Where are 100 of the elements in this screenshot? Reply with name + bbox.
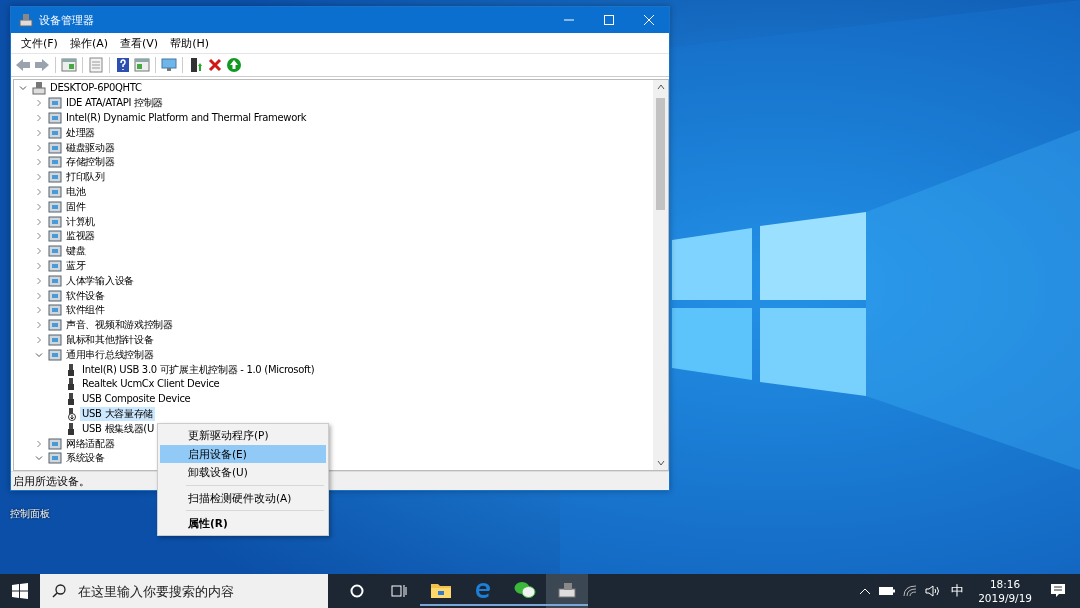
chevron-right-icon[interactable]	[34, 186, 44, 197]
chevron-right-icon[interactable]	[34, 246, 44, 257]
tree-item[interactable]: DESKTOP-6P0QHTC	[48, 81, 144, 96]
menu-item[interactable]: 启用设备(E)	[160, 444, 326, 463]
tree-item[interactable]: 打印队列	[64, 170, 107, 185]
device-icon	[48, 96, 62, 111]
chevron-right-icon[interactable]	[34, 98, 44, 109]
scrollbar[interactable]	[653, 80, 668, 470]
device-icon	[48, 111, 62, 125]
tree-item[interactable]: 通用串行总线控制器	[64, 347, 156, 362]
panel-icon[interactable]	[61, 57, 77, 73]
menu-item[interactable]: 属性(R)	[160, 514, 326, 533]
scroll-down-icon[interactable]	[655, 459, 666, 467]
device-icon	[48, 140, 62, 155]
menu-item[interactable]: 扫描检测硬件改动(A)	[160, 488, 326, 507]
tree-item[interactable]: USB Composite Device	[80, 392, 193, 407]
menu-item[interactable]: 查看(V)	[114, 35, 165, 51]
chevron-right-icon[interactable]	[34, 290, 44, 301]
device-icon	[48, 451, 62, 466]
chevron-right-icon[interactable]	[34, 320, 44, 331]
tree-item[interactable]: 蓝牙	[64, 258, 88, 273]
tree-item[interactable]: 人体学输入设备	[64, 273, 136, 288]
notification-icon[interactable]	[1050, 583, 1066, 599]
tree-item[interactable]: 固件	[64, 199, 88, 214]
tree-item[interactable]: 软件组件	[64, 303, 107, 318]
tree-item[interactable]: 鼠标和其他指针设备	[64, 332, 156, 347]
menu-item[interactable]: 更新驱动程序(P)	[160, 426, 326, 445]
tree-item[interactable]: Realtek UcmCx Client Device	[80, 377, 222, 392]
clock-date: 2019/9/19	[978, 591, 1032, 605]
input-method-indicator[interactable]: 中	[951, 582, 965, 600]
menu-item[interactable]: 帮助(H)	[164, 35, 215, 51]
enable-icon[interactable]	[226, 57, 242, 73]
wifi-icon[interactable]	[903, 585, 918, 597]
tree-item[interactable]: 处理器	[64, 125, 98, 140]
chevron-right-icon[interactable]	[34, 113, 44, 123]
search-bar[interactable]: 在这里输入你要搜索的内容	[40, 574, 328, 608]
chevron-right-icon[interactable]	[34, 172, 44, 183]
chevron-right-icon[interactable]	[34, 216, 44, 227]
menu-item[interactable]: 操作(A)	[63, 35, 115, 51]
tree-item[interactable]: USB 根集线器(U	[80, 421, 156, 436]
device-manager-taskbar-button[interactable]	[546, 574, 588, 608]
close-icon	[644, 15, 654, 25]
menu-item[interactable]: 文件(F)	[15, 35, 64, 51]
device-icon	[48, 332, 62, 347]
chevron-right-icon[interactable]	[34, 201, 44, 212]
tree-item[interactable]: 键盘	[64, 244, 88, 259]
chevron-right-icon[interactable]	[34, 334, 44, 345]
device-icon	[48, 347, 62, 362]
search-input[interactable]: 在这里输入你要搜索的内容	[76, 582, 320, 600]
tree-item[interactable]: 网络适配器	[64, 436, 117, 451]
forward-arrow-icon[interactable]	[34, 57, 50, 73]
device-icon	[48, 244, 62, 259]
chevron-right-icon[interactable]	[34, 438, 44, 449]
tree-item[interactable]: IDE ATA/ATAPI 控制器	[64, 96, 166, 111]
device-icon	[48, 303, 62, 318]
speaker-icon[interactable]	[925, 585, 942, 597]
scroll-up-icon[interactable]	[655, 83, 666, 91]
clock[interactable]: 18:16 2019/9/19	[978, 577, 1032, 605]
computer-icon	[32, 81, 46, 96]
battery-icon[interactable]	[879, 586, 896, 596]
properties-icon[interactable]	[88, 57, 104, 73]
maximize-icon	[604, 15, 614, 25]
tree-item[interactable]: Intel(R) USB 3.0 可扩展主机控制器 - 1.0 (Microsoft)	[80, 362, 317, 377]
tree-item[interactable]: Intel(R) Dynamic Platform and Thermal Framework	[64, 111, 309, 125]
tree-item[interactable]: 计算机	[64, 214, 98, 229]
scrollbar-thumb[interactable]	[656, 98, 665, 210]
chevron-right-icon[interactable]	[34, 127, 44, 138]
chevron-right-icon[interactable]	[34, 142, 44, 153]
device-icon	[48, 436, 62, 451]
device-icon	[48, 199, 62, 214]
device-manager-icon	[19, 13, 33, 27]
tree-item[interactable]: 声音、视频和游戏控制器	[64, 318, 175, 333]
chevron-right-icon[interactable]	[34, 231, 44, 242]
delete-icon[interactable]	[207, 57, 223, 73]
tree-item[interactable]: 电池	[64, 184, 88, 199]
folder-icon	[431, 582, 451, 598]
update-driver-icon[interactable]	[188, 57, 204, 73]
tree-item[interactable]: 存储控制器	[64, 155, 117, 170]
chevron-up-icon[interactable]	[859, 586, 872, 596]
chevron-right-icon[interactable]	[34, 260, 44, 271]
clock-time: 18:16	[989, 577, 1021, 591]
search-icon	[52, 584, 66, 598]
device-icon	[48, 125, 62, 140]
tree-item[interactable]: 磁盘驱动器	[64, 140, 117, 155]
chevron-right-icon[interactable]	[34, 305, 44, 316]
desktop-icon-label[interactable]: 控制面板	[10, 508, 50, 519]
device-icon	[48, 273, 62, 288]
chevron-right-icon[interactable]	[34, 157, 44, 168]
monitor-icon[interactable]	[161, 57, 177, 73]
task-view-icon	[391, 584, 407, 598]
tree-item[interactable]: 软件设备	[64, 288, 107, 303]
chevron-right-icon[interactable]	[34, 275, 44, 286]
device-icon	[48, 184, 62, 199]
tree-item[interactable]: 监视器	[64, 229, 98, 244]
chat-bubbles-icon	[514, 581, 536, 599]
back-arrow-icon[interactable]	[15, 57, 31, 73]
device-icon	[48, 318, 62, 333]
help-icon[interactable]	[115, 57, 131, 73]
tree-item[interactable]: 系统设备	[64, 451, 107, 466]
window-title: 设备管理器	[39, 12, 94, 28]
